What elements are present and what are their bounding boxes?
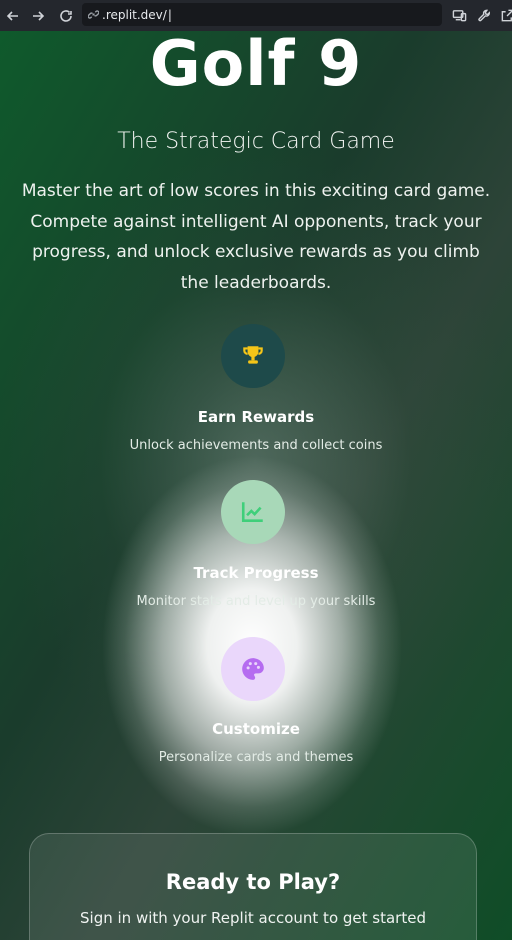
cta-subtitle: Sign in with your Replit account to get …: [80, 909, 426, 927]
cta-card: Ready to Play? Sign in with your Replit …: [29, 833, 477, 940]
reload-icon: [60, 9, 72, 22]
device-toolbar-button[interactable]: [450, 6, 468, 24]
feature-desc-progress: Monitor stats and level up your skills: [136, 594, 376, 609]
feature-title-rewards: Earn Rewards: [197, 408, 315, 426]
url-text: .replit.dev/: [102, 8, 172, 22]
arrow-left-icon: [6, 10, 18, 21]
trophy-icon: [243, 346, 263, 364]
landing-page: Golf 9 The Strategic Card Game Master th…: [0, 31, 512, 940]
cta-title: Ready to Play?: [165, 870, 341, 894]
chart-icon-badge: [221, 480, 285, 544]
feature-title-progress: Track Progress: [193, 564, 319, 582]
devtools-button[interactable]: [475, 6, 493, 24]
devices-icon: [452, 9, 466, 21]
trophy-icon-badge: [221, 324, 285, 388]
feature-desc-customize: Personalize cards and themes: [158, 750, 354, 765]
wrench-icon: [477, 9, 490, 21]
feature-title-customize: Customize: [212, 720, 300, 738]
palette-icon-badge: [221, 637, 285, 701]
palette-icon: [242, 658, 264, 680]
page-title: Golf 9: [149, 31, 363, 100]
address-bar[interactable]: .replit.dev/: [82, 3, 442, 26]
external-link-icon: [501, 9, 512, 21]
hero-description: Master the art of low scores in this exc…: [21, 181, 491, 293]
feature-desc-rewards: Unlock achievements and collect coins: [129, 438, 383, 453]
external-link-button[interactable]: [498, 6, 512, 24]
reload-button[interactable]: [53, 0, 79, 31]
browser-toolbar: .replit.dev/: [0, 0, 512, 31]
back-button[interactable]: [0, 0, 26, 31]
chart-line-icon: [241, 502, 263, 522]
page-subtitle: The Strategic Card Game: [117, 129, 395, 154]
arrow-right-icon: [33, 10, 45, 21]
forward-button[interactable]: [25, 0, 51, 31]
link-icon: [88, 10, 99, 19]
